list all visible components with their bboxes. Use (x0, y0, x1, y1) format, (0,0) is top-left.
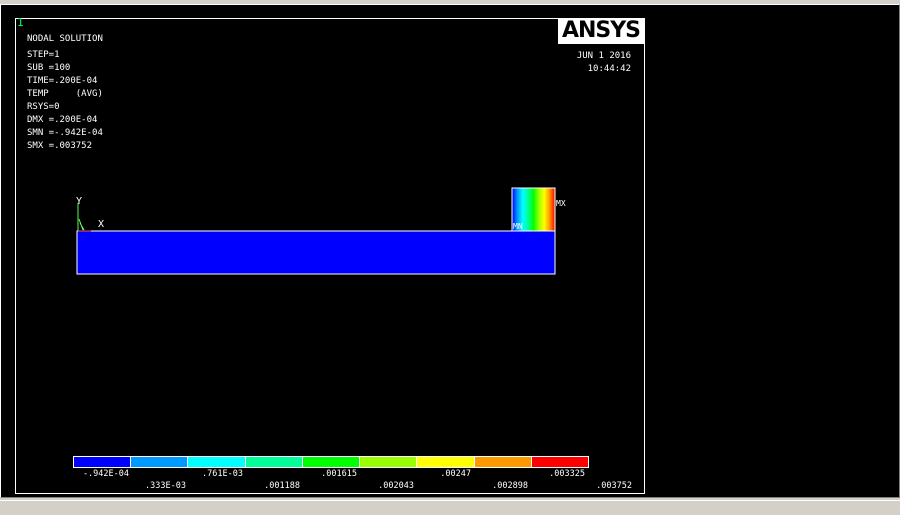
legend-label-bottom: .002898 (492, 481, 528, 491)
legend-label-top: .00247 (440, 469, 471, 479)
legend-label-bottom: .333E-03 (145, 481, 186, 491)
legend-label-top: .001615 (321, 469, 357, 479)
legend-label-top: .003325 (549, 469, 585, 479)
legend-labels: -.942E-04 .761E-03 .001615 .00247 .00332… (1, 5, 899, 497)
legend-label-top: -.942E-04 (82, 469, 129, 479)
legend-label-bottom: .002043 (378, 481, 414, 491)
legend-label-bottom: .003752 (596, 481, 632, 491)
legend-label-bottom: .001188 (264, 481, 300, 491)
legend-label-top: .761E-03 (202, 469, 243, 479)
graphics-window[interactable]: 1 NODAL SOLUTION STEP=1 SUB =100 TIME=.2… (0, 4, 900, 498)
bottom-strip (0, 500, 900, 515)
